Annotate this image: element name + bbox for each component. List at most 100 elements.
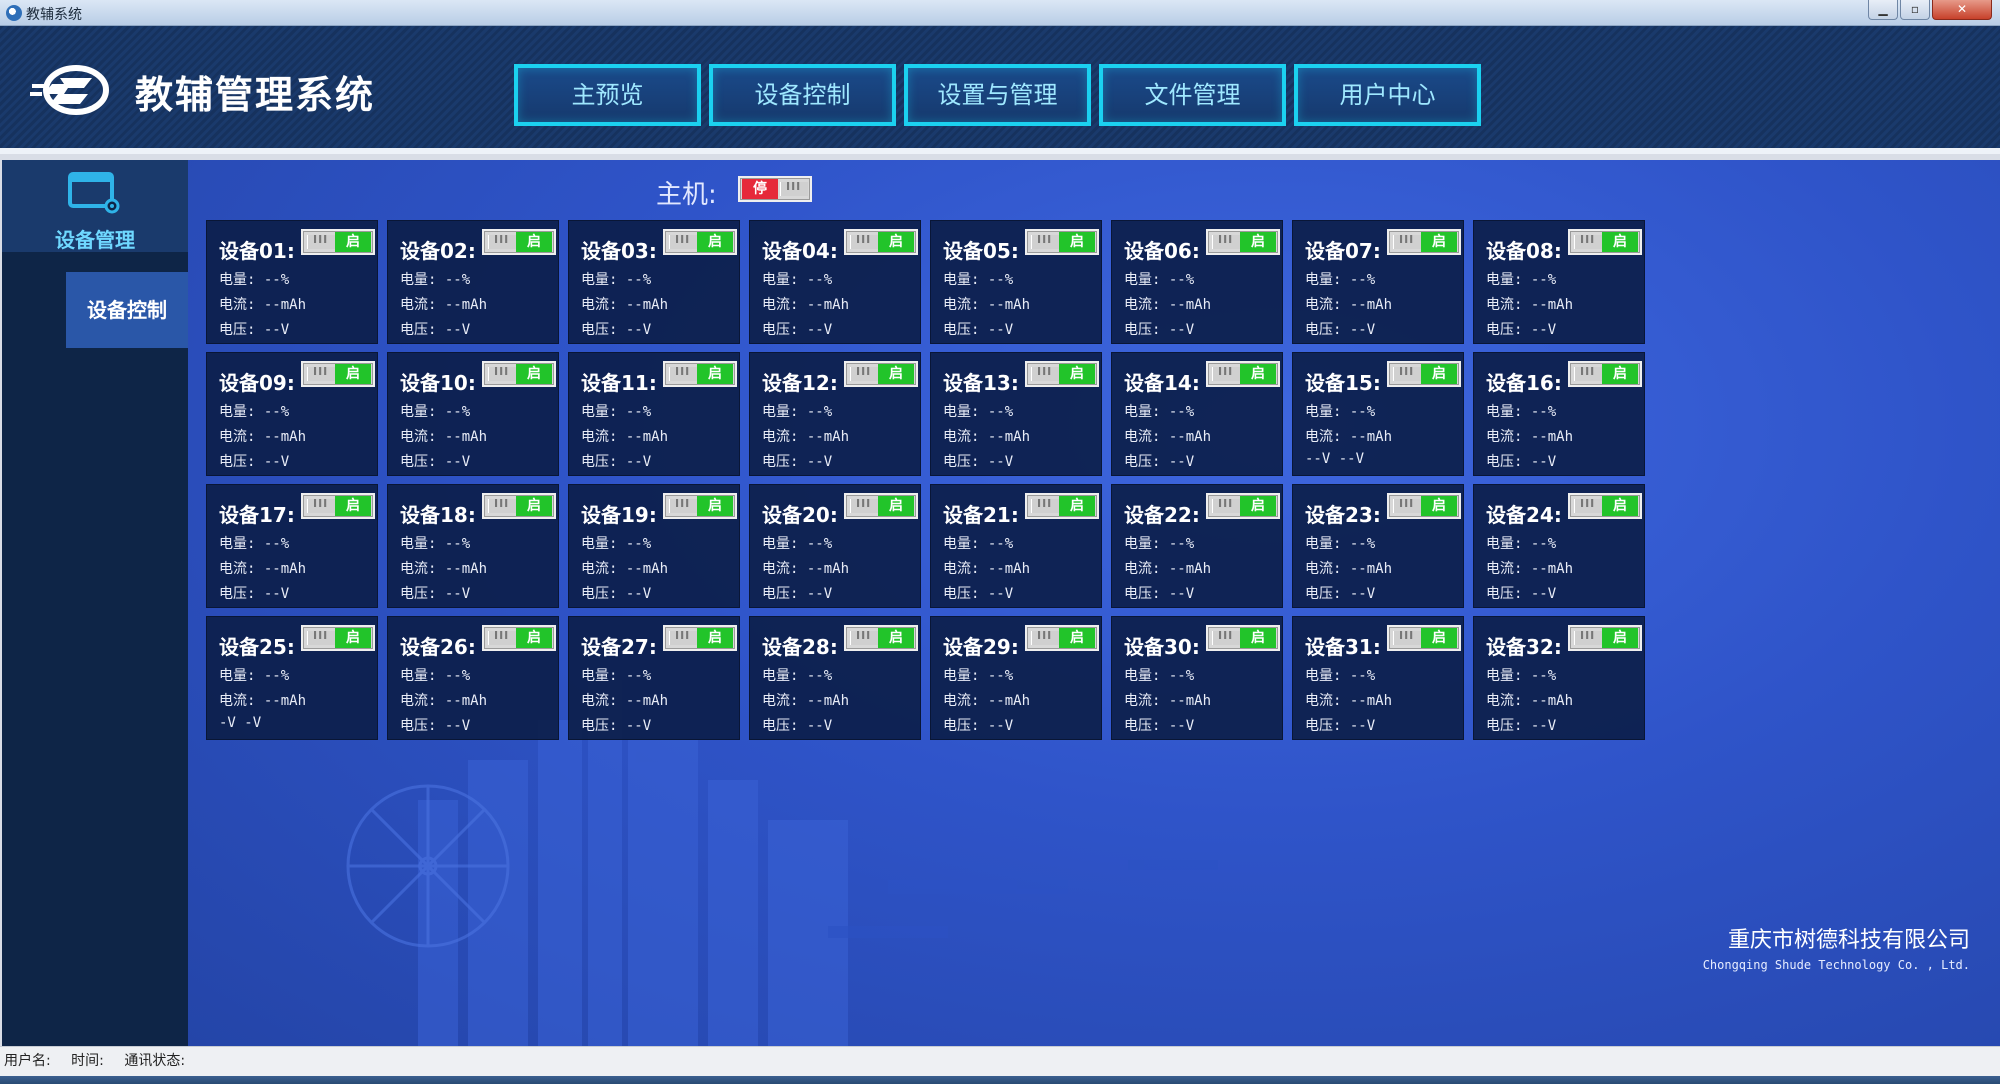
device-power-toggle[interactable]: 启: [301, 493, 375, 519]
device-power-level: 电量: --%: [219, 668, 290, 684]
device-voltage: 电压: --V: [762, 718, 833, 734]
device-name: 设备18:: [400, 503, 476, 527]
device-power-toggle[interactable]: 启: [1025, 493, 1099, 519]
minimize-icon[interactable]: ▁: [1868, 0, 1898, 20]
device-name: 设备25:: [219, 635, 295, 659]
device-card: 设备01: 启电量: --% 电流: --mAh 电压: --V: [206, 220, 378, 344]
device-card: 设备05: 启电量: --% 电流: --mAh 电压: --V: [930, 220, 1102, 344]
device-card: 设备31: 启电量: --% 电流: --mAh 电压: --V: [1292, 616, 1464, 740]
nav-device-control[interactable]: 设备控制: [709, 64, 896, 126]
device-card: 设备19: 启电量: --% 电流: --mAh 电压: --V: [568, 484, 740, 608]
device-toggle-state: 启: [335, 232, 371, 252]
host-power-toggle[interactable]: 停: [738, 176, 812, 202]
device-power-level: 电量: --%: [1305, 272, 1376, 288]
device-power-toggle[interactable]: 启: [1568, 229, 1642, 255]
sidebar-module-device-management[interactable]: 设备管理: [2, 160, 188, 252]
device-power-level: 电量: --%: [1124, 272, 1195, 288]
device-power-toggle[interactable]: 启: [1206, 361, 1280, 387]
device-power-toggle[interactable]: 启: [1387, 361, 1461, 387]
device-power-toggle[interactable]: 启: [844, 625, 918, 651]
device-power-toggle[interactable]: 启: [1025, 625, 1099, 651]
device-power-toggle[interactable]: 启: [1568, 493, 1642, 519]
device-power-toggle[interactable]: 启: [482, 229, 556, 255]
device-current: 电流: --mAh: [219, 429, 307, 445]
device-card: 设备22: 启电量: --% 电流: --mAh 电压: --V: [1111, 484, 1283, 608]
device-power-toggle[interactable]: 启: [844, 361, 918, 387]
device-power-toggle[interactable]: 启: [1387, 493, 1461, 519]
device-name: 设备06:: [1124, 239, 1200, 263]
device-voltage: 电压: --V: [1486, 586, 1557, 602]
device-current: 电流: --mAh: [1305, 561, 1393, 577]
device-power-toggle[interactable]: 启: [1568, 625, 1642, 651]
device-power-level: 电量: --%: [581, 272, 652, 288]
toggle-grip-icon: [1574, 233, 1602, 249]
sidebar-item-device-control[interactable]: 设备控制: [66, 272, 188, 348]
device-power-toggle[interactable]: 启: [1206, 625, 1280, 651]
device-power-toggle[interactable]: 启: [1206, 229, 1280, 255]
device-power-toggle[interactable]: 启: [1387, 229, 1461, 255]
device-power-toggle[interactable]: 启: [663, 625, 737, 651]
toggle-grip-icon: [850, 497, 878, 513]
device-name: 设备10:: [400, 371, 476, 395]
host-label: 主机:: [656, 180, 717, 210]
device-power-toggle[interactable]: 启: [663, 229, 737, 255]
device-current: 电流: --mAh: [1305, 297, 1393, 313]
device-toggle-state: 启: [1059, 364, 1095, 384]
toggle-grip-icon: [669, 233, 697, 249]
device-power-toggle[interactable]: 启: [1025, 361, 1099, 387]
device-name: 设备07:: [1305, 239, 1381, 263]
device-power-toggle[interactable]: 启: [301, 625, 375, 651]
device-power-toggle[interactable]: 启: [482, 625, 556, 651]
device-power-toggle[interactable]: 启: [482, 361, 556, 387]
device-power-toggle[interactable]: 启: [663, 493, 737, 519]
device-power-toggle[interactable]: 启: [844, 229, 918, 255]
device-toggle-state: 启: [1240, 628, 1276, 648]
device-voltage: 电压: --V: [219, 454, 290, 470]
device-power-level: 电量: --%: [762, 404, 833, 420]
device-current: 电流: --mAh: [581, 561, 669, 577]
device-name: 设备12:: [762, 371, 838, 395]
device-power-toggle[interactable]: 启: [1387, 625, 1461, 651]
device-power-toggle[interactable]: 启: [1025, 229, 1099, 255]
device-power-toggle[interactable]: 启: [1568, 361, 1642, 387]
device-name: 设备14:: [1124, 371, 1200, 395]
device-toggle-state: 启: [878, 628, 914, 648]
device-card: 设备06: 启电量: --% 电流: --mAh 电压: --V: [1111, 220, 1283, 344]
device-power-toggle[interactable]: 启: [301, 229, 375, 255]
maximize-icon[interactable]: ▫: [1900, 0, 1930, 20]
device-voltage: 电压: --V: [400, 586, 471, 602]
device-toggle-state: 启: [335, 364, 371, 384]
device-power-toggle[interactable]: 启: [663, 361, 737, 387]
toggle-grip-icon: [488, 497, 516, 513]
device-card: 设备23: 启电量: --% 电流: --mAh 电压: --V: [1292, 484, 1464, 608]
device-power-toggle[interactable]: 启: [301, 361, 375, 387]
device-name: 设备22:: [1124, 503, 1200, 527]
device-power-level: 电量: --%: [581, 404, 652, 420]
device-toggle-state: 启: [1240, 232, 1276, 252]
device-power-level: 电量: --%: [943, 536, 1014, 552]
device-toggle-state: 启: [516, 496, 552, 516]
device-current: 电流: --mAh: [1305, 429, 1393, 445]
device-power-toggle[interactable]: 启: [844, 493, 918, 519]
close-icon[interactable]: ✕: [1932, 0, 1992, 20]
nav-user-center[interactable]: 用户中心: [1294, 64, 1481, 126]
device-card: 设备27: 启电量: --% 电流: --mAh 电压: --V: [568, 616, 740, 740]
device-current: 电流: --mAh: [1124, 693, 1212, 709]
device-power-toggle[interactable]: 启: [482, 493, 556, 519]
toggle-grip-icon: [307, 365, 335, 381]
nav-settings-management[interactable]: 设置与管理: [904, 64, 1091, 126]
device-voltage: 电压: --V: [400, 322, 471, 338]
main-panel: 主机: 停 设备01:启电量: --%电流: --mAh电压: --V设备02:…: [188, 160, 2000, 1046]
toggle-grip-icon: [1393, 233, 1421, 249]
device-voltage: 电压: --V: [943, 322, 1014, 338]
toggle-grip-icon: [488, 365, 516, 381]
device-name: 设备26:: [400, 635, 476, 659]
device-current: 电流: --mAh: [762, 429, 850, 445]
device-power-level: 电量: --%: [1305, 668, 1376, 684]
device-card: 设备21: 启电量: --% 电流: --mAh 电压: --V: [930, 484, 1102, 608]
nav-main-preview[interactable]: 主预览: [514, 64, 701, 126]
device-voltage: 电压: --V: [581, 586, 652, 602]
nav-file-management[interactable]: 文件管理: [1099, 64, 1286, 126]
device-current: 电流: --mAh: [762, 561, 850, 577]
device-power-toggle[interactable]: 启: [1206, 493, 1280, 519]
